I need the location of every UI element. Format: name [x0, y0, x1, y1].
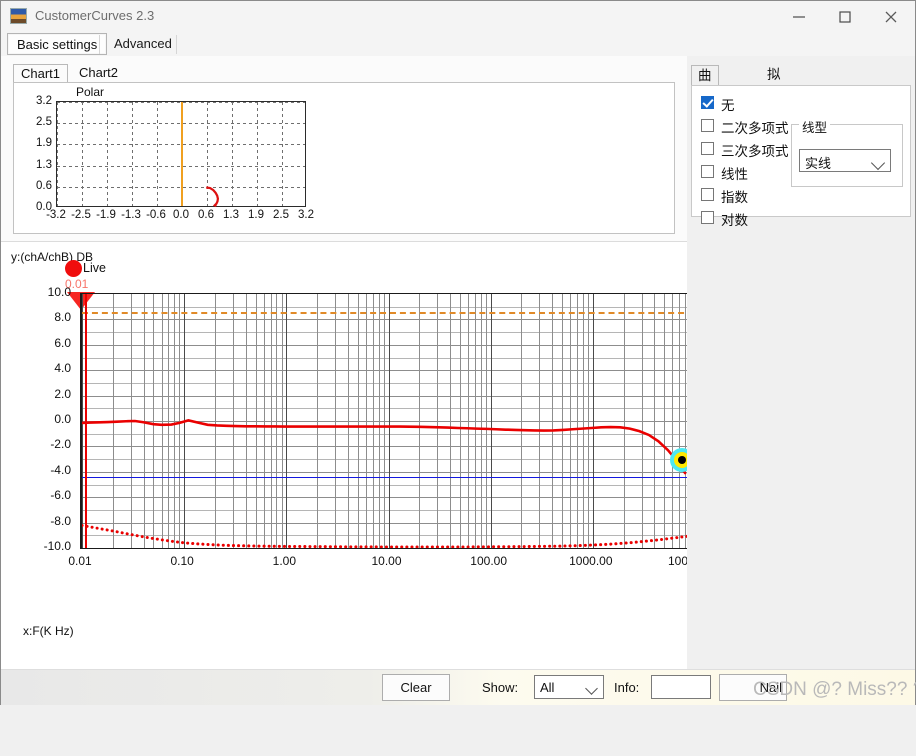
bode-y-tick: 6.0 — [54, 335, 71, 350]
checkbox-logarithmic[interactable] — [701, 211, 714, 224]
checkbox-quadratic[interactable] — [701, 119, 714, 132]
maximize-button[interactable] — [823, 1, 869, 32]
bode-y-tick: -2.0 — [50, 437, 71, 452]
polar-y-tick: 3.2 — [36, 95, 52, 107]
live-marker-dot — [65, 260, 82, 277]
app-icon — [10, 8, 27, 24]
linetype-inner-select[interactable]: 实线 — [799, 149, 891, 172]
bode-plot-area[interactable] — [80, 293, 695, 549]
polar-title: Polar — [76, 85, 105, 99]
minimize-button[interactable] — [777, 1, 823, 32]
info-label: Info: — [614, 680, 640, 695]
bode-y-tick: 8.0 — [54, 310, 71, 325]
bode-y-tick: 4.0 — [54, 361, 71, 376]
close-button[interactable] — [869, 1, 915, 32]
tab-divider — [99, 35, 100, 54]
polar-y-tick: 1.9 — [36, 137, 52, 150]
maximize-icon — [839, 11, 851, 23]
bode-traces — [82, 419, 694, 548]
bode-chart-panel: y:(chA/chB) DB x:F(K Hz) Live 0.01 10.0 8… — [1, 241, 737, 670]
bode-x-tick: 1.00 — [272, 554, 296, 568]
linetype-inner-value: 实线 — [805, 156, 832, 171]
show-label: Show: — [482, 680, 519, 695]
tab-curve-fit[interactable]: 曲线拟合 — [691, 65, 719, 143]
bode-x-tick: 1000.00 — [569, 554, 613, 568]
fit-option-label: 三次多项式 — [721, 144, 789, 159]
clear-button[interactable]: Clear — [382, 674, 450, 701]
bode-y-tick: 2.0 — [54, 386, 71, 401]
left-content-pane: Chart1 Chart2 Polar 3.2 2.5 1.9 1.3 0.6 0.0 -… — [1, 56, 737, 670]
polar-y-tick: 1.3 — [36, 158, 52, 171]
watermark: CSDN @? Miss?? ? — [753, 679, 916, 700]
linetype-inner-group: 线型 实线 — [791, 117, 903, 187]
tab-basic-settings[interactable]: Basic settings — [7, 33, 108, 55]
title-bar: CustomerCurves 2.3 — [1, 1, 915, 33]
live-label: Live — [83, 261, 106, 275]
main-tab-bar: Basic settings Advanced — [1, 32, 915, 56]
bode-y-axis-label: y:(chA/chB) DB — [11, 250, 94, 264]
checkbox-none[interactable] — [701, 96, 714, 109]
polar-y-tick: 0.6 — [36, 179, 52, 192]
bode-x-tick: 0.10 — [170, 554, 194, 568]
bode-y-tick: -8.0 — [50, 513, 71, 528]
tab-divider — [176, 35, 177, 54]
bode-x-tick: 10.00 — [371, 554, 402, 568]
show-value: All — [540, 680, 555, 695]
right-control-pane: 曲线拟合 拟合公式 无 二次多项式 三次多项式 线性 指数 — [687, 56, 915, 669]
polar-x-tick: 3.2 — [298, 209, 314, 221]
fit-option-label: 对数 — [721, 213, 748, 228]
polar-chart-panel: Polar 3.2 2.5 1.9 1.3 0.6 0.0 -3.2 -2.5 -1.9 -1.… — [13, 82, 675, 234]
chevron-down-icon — [870, 155, 886, 171]
bode-x-tick: 0.01 — [68, 554, 92, 568]
tab-chart1[interactable]: Chart1 — [13, 64, 69, 83]
bode-y-tick: 10.0 — [47, 285, 71, 299]
fit-option-label: 线性 — [721, 167, 748, 182]
fit-option-label: 二次多项式 — [721, 121, 789, 136]
bode-y-tick: -6.0 — [50, 488, 71, 503]
info-input[interactable] — [651, 675, 711, 699]
minimize-icon — [793, 16, 805, 18]
bode-y-tick: -10.0 — [43, 539, 71, 553]
fit-option-label: 无 — [721, 98, 735, 113]
close-icon — [885, 11, 897, 23]
bode-x-axis-label: x:F(K Hz) — [23, 624, 74, 638]
tab-advanced[interactable]: Advanced — [105, 33, 181, 55]
tab-fit-formula[interactable]: 拟合公式 — [761, 65, 787, 142]
show-select[interactable]: All — [534, 675, 604, 699]
bode-y-tick: 0.0 — [54, 412, 71, 426]
phase-trace — [82, 523, 694, 548]
window-title: CustomerCurves 2.3 — [35, 8, 155, 23]
bode-y-tick: -4.0 — [50, 462, 71, 477]
linetype-inner-title: 线型 — [799, 117, 831, 136]
bode-x-tick: 100.00 — [470, 554, 507, 568]
polar-plot-area[interactable] — [56, 101, 306, 208]
polar-y-tick: 2.5 — [36, 116, 52, 129]
chevron-down-icon — [585, 682, 598, 695]
magnitude-trace — [82, 419, 687, 475]
fit-options-panel: 无 二次多项式 三次多项式 线性 指数 对数 线型 实线 — [691, 85, 911, 228]
application-window: CustomerCurves 2.3 Basic settings Advanc… — [0, 0, 916, 705]
fit-option-label: 指数 — [721, 190, 748, 205]
checkbox-linear[interactable] — [701, 165, 714, 178]
checkbox-exponential[interactable] — [701, 188, 714, 201]
tab-chart2[interactable]: Chart2 — [72, 64, 126, 83]
polar-trace — [206, 186, 220, 208]
checkbox-cubic[interactable] — [701, 142, 714, 155]
